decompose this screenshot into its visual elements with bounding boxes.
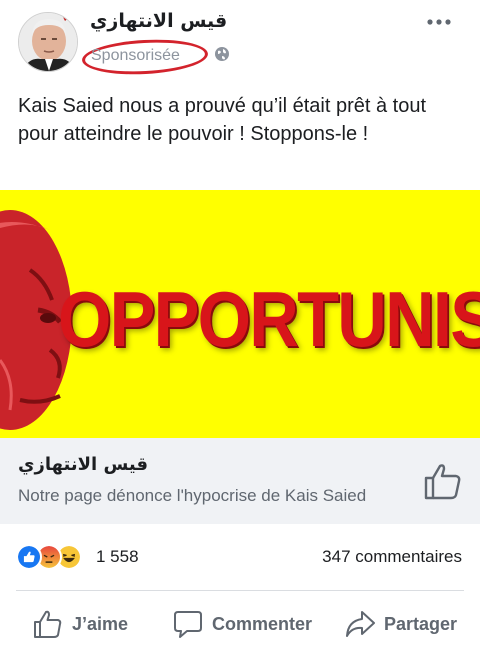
avatar-portrait (19, 13, 77, 71)
post-stats: 1 558 347 commentaires (0, 534, 480, 578)
globe-icon (215, 47, 229, 61)
like-reaction-icon (16, 544, 42, 570)
page-avatar[interactable] (18, 12, 78, 72)
more-options-icon[interactable] (426, 16, 452, 28)
link-preview[interactable]: قيس الانتهازي Notre page dénonce l'hypoc… (0, 438, 480, 524)
share-label: Partager (384, 613, 458, 634)
page-name[interactable]: قيس الانتهازي (90, 10, 227, 32)
comment-button[interactable]: Commenter (172, 606, 312, 642)
share-button[interactable]: Partager (344, 606, 457, 642)
comment-icon (174, 611, 202, 638)
post-image[interactable]: OPPORTUNIS (0, 190, 480, 438)
like-label: J’aime (72, 613, 129, 634)
reaction-count[interactable]: 1 558 (96, 547, 139, 567)
post-header: قيس الانتهازي Sponsorisée (0, 0, 480, 80)
reaction-icons[interactable] (16, 544, 90, 570)
comment-label: Commenter (212, 613, 313, 634)
post-text: Kais Saied nous a prouvé qu’il était prê… (18, 95, 427, 145)
link-description: Notre page dénonce l'hypocrise de Kais S… (18, 486, 367, 505)
like-icon (34, 610, 62, 638)
divider (16, 590, 464, 591)
thumbs-up-icon[interactable] (422, 460, 464, 502)
like-button[interactable]: J’aime (32, 606, 128, 642)
link-title[interactable]: قيس الانتهازي (18, 454, 148, 475)
share-icon (346, 611, 375, 637)
action-bar: J’aime Commenter Partager (0, 596, 480, 652)
sponsored-label[interactable]: Sponsorisée (91, 47, 180, 65)
comments-count[interactable]: 347 commentaires (322, 547, 462, 567)
banner-headline: OPPORTUNIS (58, 275, 480, 363)
sponsored-highlight: Sponsorisée (81, 36, 209, 78)
